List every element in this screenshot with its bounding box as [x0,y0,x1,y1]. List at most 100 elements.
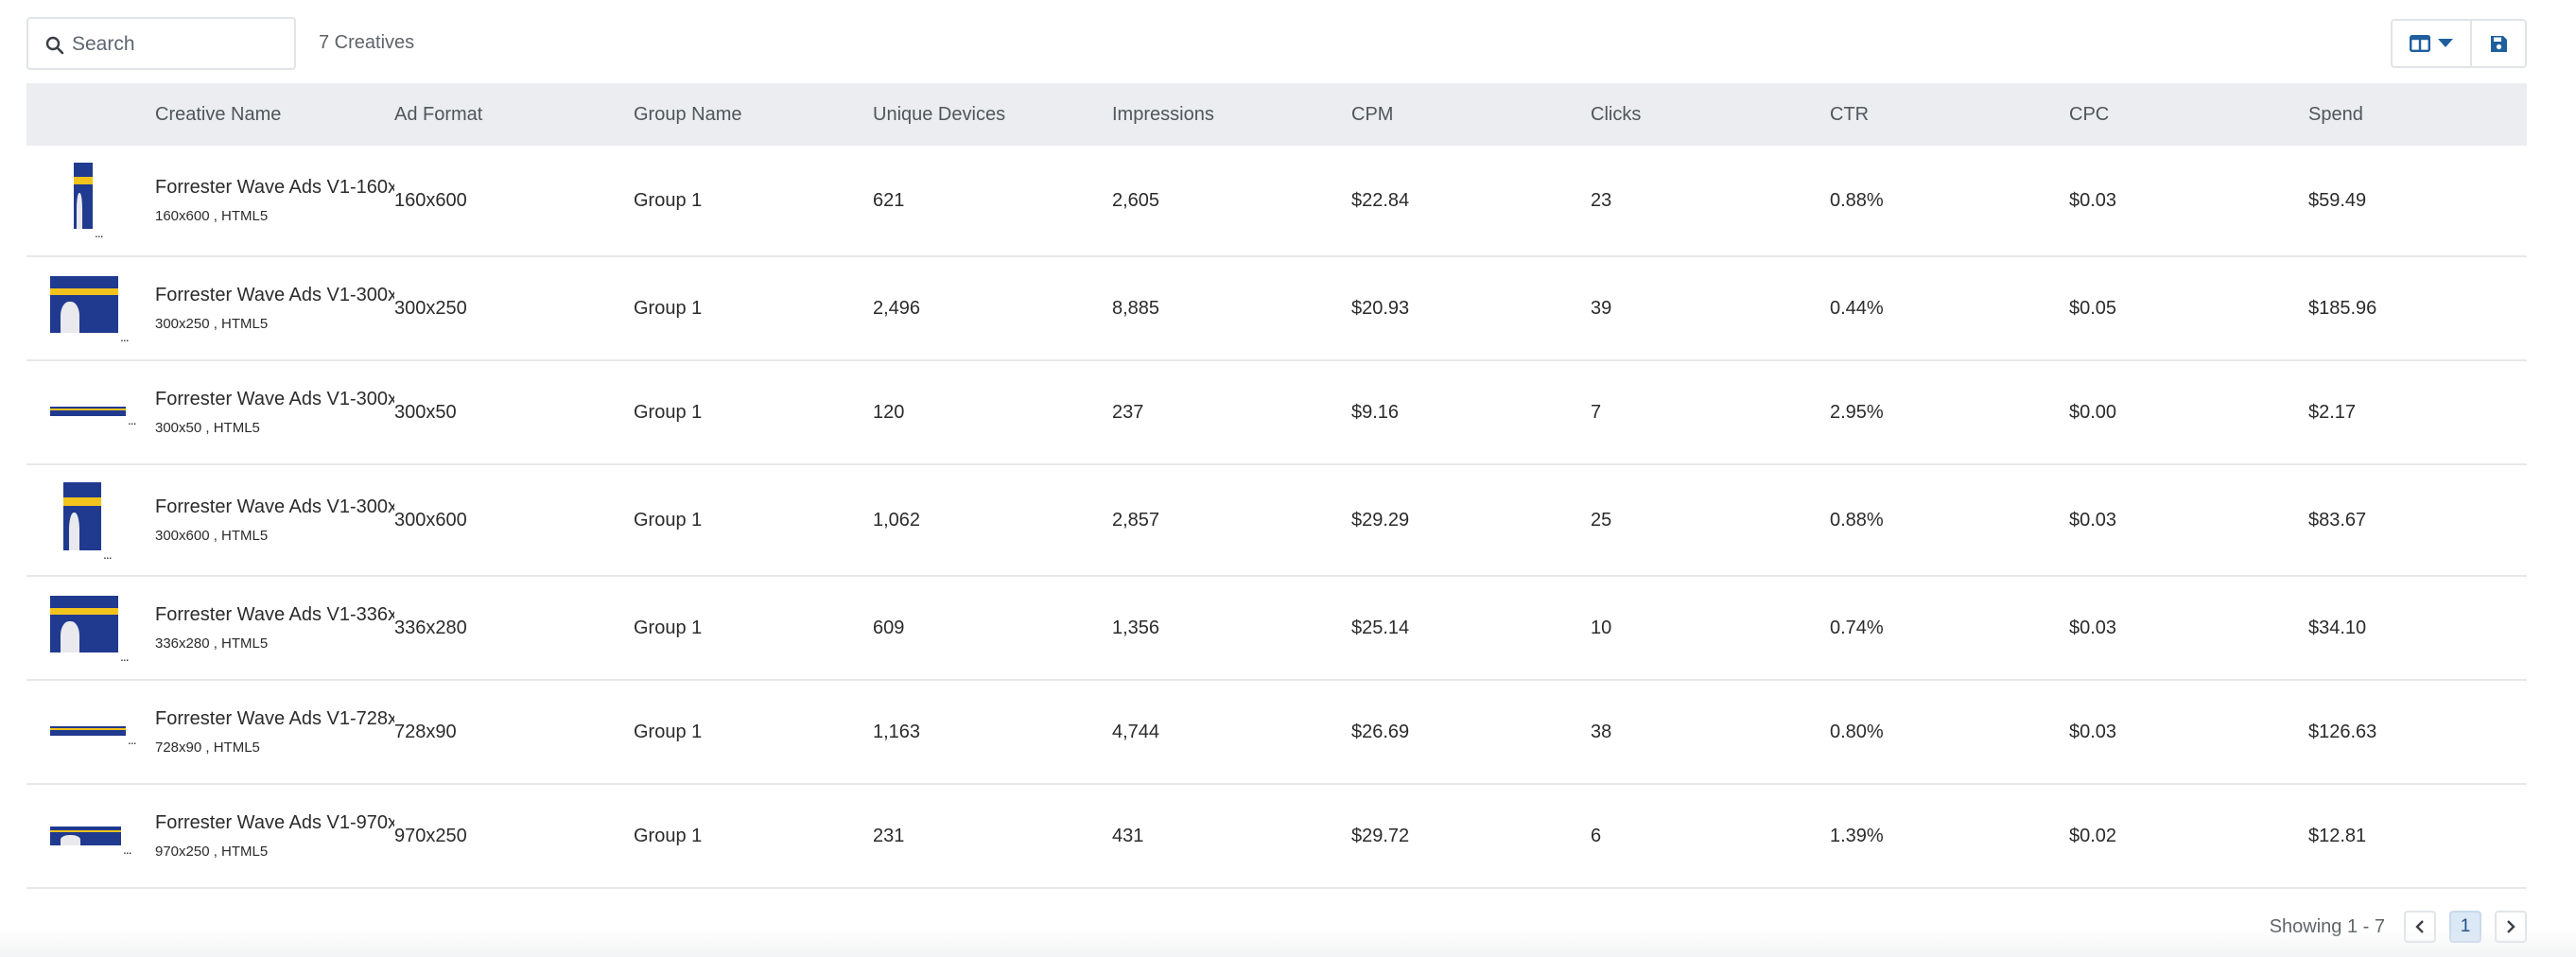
table-row[interactable]: ... Forrester Wave Ads V1-300x600 300x600 … [26,465,2527,577]
thumbnail-cell: ... [26,681,155,783]
creative-name[interactable]: Forrester Wave Ads V1-300x250 [155,285,394,306]
impressions-cell: 1,356 [1112,617,1160,638]
creative-name-cell[interactable]: Forrester Wave Ads V1-728x90 728x90 , HTM… [155,708,394,756]
creative-thumbnail[interactable] [50,407,126,416]
spend-cell: $2.17 [2308,401,2357,423]
creative-name[interactable]: Forrester Wave Ads V1-160x600 [155,177,394,199]
header-ad-format[interactable]: Ad Format [394,104,634,126]
table-header: Creative Name Ad Format Group Name Uniqu… [26,83,2527,146]
header-unique-devices[interactable]: Unique Devices [873,104,1112,126]
group-name-cell: Group 1 [634,509,703,531]
ctr-cell: 1.39% [1830,825,1884,846]
creative-name[interactable]: Forrester Wave Ads V1-300x50 [155,389,394,410]
creative-name-cell[interactable]: Forrester Wave Ads V1-970x250 970x250 , H… [155,812,394,860]
creative-name[interactable]: Forrester Wave Ads V1-300x600 [155,496,394,518]
header-spend[interactable]: Spend [2308,104,2527,126]
toolbar: 7 Creatives [26,17,2527,70]
clicks-cell: 23 [1591,189,1612,211]
cpc-cell: $0.00 [2069,401,2117,423]
ad-format-cell: 300x600 [394,509,467,531]
cpc-cell: $0.03 [2069,189,2117,211]
ctr-cell: 0.88% [1830,509,1884,531]
column-chooser-button[interactable] [2393,21,2472,66]
table-row[interactable]: ... Forrester Wave Ads V1-970x250 970x250 … [26,785,2527,889]
creative-name[interactable]: Forrester Wave Ads V1-970x250 [155,812,394,834]
ctr-cell: 0.88% [1830,189,1884,211]
thumbnail-cell: ... [26,257,155,359]
save-button[interactable] [2472,21,2525,66]
table-row[interactable]: ... Forrester Wave Ads V1-300x50 300x50 , … [26,361,2527,465]
thumbnail-cell: ... [26,465,155,575]
clicks-cell: 10 [1591,617,1612,638]
group-name-cell: Group 1 [634,617,703,638]
group-name-cell: Group 1 [634,297,703,319]
table-actions [2391,19,2527,68]
caret-down-icon [2438,39,2453,47]
ad-format-cell: 728x90 [394,721,457,742]
thumbnail-more: ... [120,649,130,664]
impressions-cell: 431 [1112,825,1144,846]
page-1-button[interactable]: 1 [2449,911,2481,943]
creative-thumbnail[interactable] [63,482,101,550]
cpc-cell: $0.05 [2069,297,2117,319]
group-name-cell: Group 1 [634,721,703,742]
spend-cell: $34.10 [2308,617,2367,638]
creative-name-cell[interactable]: Forrester Wave Ads V1-300x600 300x600 , H… [155,496,394,544]
table-row[interactable]: ... Forrester Wave Ads V1-336x280 336x280 … [26,577,2527,681]
ad-format-cell: 336x280 [394,617,467,638]
unique-devices-cell: 231 [873,825,905,846]
table-row[interactable]: ... Forrester Wave Ads V1-300x250 300x250 … [26,257,2527,361]
search-icon [45,36,64,55]
creative-thumbnail[interactable] [50,726,126,736]
creative-thumbnail[interactable] [74,163,93,229]
table-row[interactable]: ... Forrester Wave Ads V1-160x600 160x600 … [26,146,2527,257]
group-name-cell: Group 1 [634,825,703,846]
header-cpc[interactable]: CPC [2069,104,2308,126]
creative-thumbnail[interactable] [50,276,118,333]
unique-devices-cell: 609 [873,617,905,638]
impressions-cell: 2,857 [1112,509,1160,531]
showing-range: Showing 1 - 7 [2269,915,2385,937]
table-row[interactable]: ... Forrester Wave Ads V1-728x90 728x90 , … [26,681,2527,785]
thumbnail-more: ... [128,732,137,747]
search-input[interactable] [72,28,287,61]
creative-name-cell[interactable]: Forrester Wave Ads V1-160x600 160x600 , H… [155,177,394,224]
ctr-cell: 0.80% [1830,721,1884,742]
cpm-cell: $22.84 [1351,189,1410,211]
creative-name-cell[interactable]: Forrester Wave Ads V1-300x50 300x50 , HTM… [155,389,394,436]
search-box[interactable] [26,17,296,70]
ad-format-cell: 970x250 [394,825,467,846]
cpm-cell: $9.16 [1351,401,1400,423]
next-page-button[interactable] [2495,911,2527,943]
creative-meta: 300x600 , HTML5 [155,528,269,544]
cpc-cell: $0.03 [2069,617,2117,638]
impressions-cell: 2,605 [1112,189,1160,211]
prev-page-button[interactable] [2404,911,2436,943]
creatives-table: Creative Name Ad Format Group Name Uniqu… [26,83,2527,889]
header-cpm[interactable]: CPM [1351,104,1591,126]
spend-cell: $83.67 [2308,509,2367,531]
header-impressions[interactable]: Impressions [1112,104,1351,126]
impressions-cell: 8,885 [1112,297,1160,319]
creative-meta: 300x50 , HTML5 [155,420,260,436]
thumbnail-more: ... [128,412,137,427]
clicks-cell: 38 [1591,721,1612,742]
creative-name-cell[interactable]: Forrester Wave Ads V1-336x280 336x280 , H… [155,604,394,652]
spend-cell: $185.96 [2308,297,2377,319]
creative-thumbnail[interactable] [50,596,118,652]
creative-name-cell[interactable]: Forrester Wave Ads V1-300x250 300x250 , H… [155,285,394,332]
creative-meta: 970x250 , HTML5 [155,844,269,860]
header-ctr[interactable]: CTR [1830,104,2069,126]
creative-thumbnail[interactable] [50,826,121,845]
clicks-cell: 25 [1591,509,1612,531]
ad-format-cell: 300x50 [394,401,457,423]
creative-name[interactable]: Forrester Wave Ads V1-728x90 [155,708,394,730]
creatives-count: 7 Creatives [319,32,415,53]
header-group-name[interactable]: Group Name [634,104,873,126]
clicks-cell: 7 [1591,401,1602,423]
header-clicks[interactable]: Clicks [1591,104,1830,126]
unique-devices-cell: 120 [873,401,905,423]
header-creative-name[interactable]: Creative Name [155,104,394,126]
thumbnail-cell: ... [26,146,155,255]
creative-name[interactable]: Forrester Wave Ads V1-336x280 [155,604,394,626]
